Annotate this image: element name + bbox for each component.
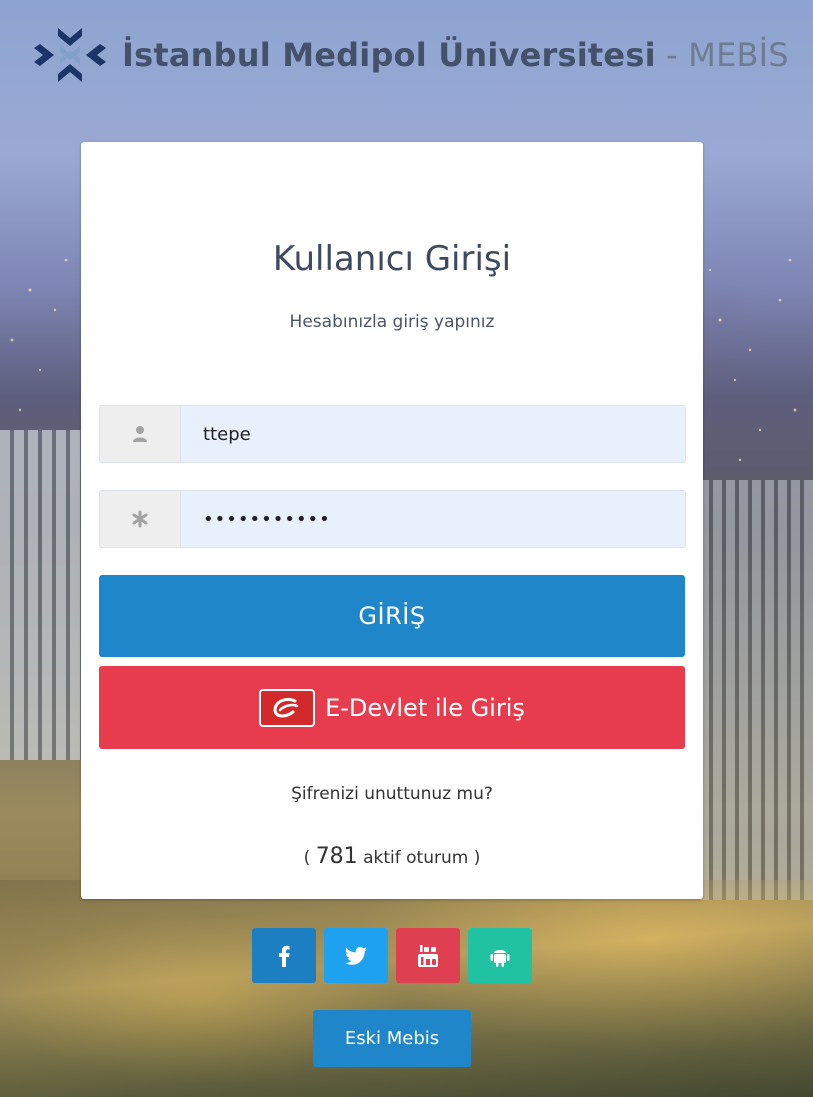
username-addon xyxy=(100,406,181,462)
password-group xyxy=(99,490,686,548)
username-group xyxy=(99,405,686,463)
edevlet-logo-icon xyxy=(259,688,316,727)
old-mebis-label: Eski Mebis xyxy=(344,1028,440,1049)
password-addon xyxy=(100,491,181,547)
facebook-icon xyxy=(279,945,290,967)
login-page: İstanbul Medipol Üniversitesi - MEBİS Ku… xyxy=(0,0,813,1097)
brand-suffix: MEBİS xyxy=(688,36,789,74)
login-title: Kullanıcı Girişi xyxy=(272,239,512,279)
android-button[interactable] xyxy=(468,928,532,983)
sessions-count: 781 xyxy=(315,844,358,869)
background-building-left xyxy=(0,430,82,760)
forgot-password-link[interactable]: Şifrenizi unuttunuz mu? xyxy=(81,784,703,804)
login-button-label: GİRİŞ xyxy=(358,602,426,630)
username-input[interactable] xyxy=(181,406,685,462)
brand-title: İstanbul Medipol Üniversitesi - MEBİS xyxy=(122,36,789,74)
edevlet-button-label: E-Devlet ile Giriş xyxy=(325,693,525,722)
youtube-button[interactable] xyxy=(396,928,460,983)
password-input[interactable] xyxy=(181,491,685,547)
social-links xyxy=(252,928,532,983)
active-sessions: ( 781 aktif oturum ) xyxy=(81,844,703,869)
facebook-button[interactable] xyxy=(252,928,316,983)
medipol-logo-icon xyxy=(34,28,106,82)
login-button[interactable]: GİRİŞ xyxy=(99,575,685,657)
sessions-label: aktif oturum ) xyxy=(363,848,481,868)
edevlet-login-button[interactable]: E-Devlet ile Giriş xyxy=(99,666,685,749)
brand-header: İstanbul Medipol Üniversitesi - MEBİS xyxy=(30,22,789,88)
brand-separator: - xyxy=(655,36,689,74)
login-subtitle: Hesabınızla giriş yapınız xyxy=(289,312,495,332)
login-card: Kullanıcı Girişi Hesabınızla giriş yapın… xyxy=(81,142,703,899)
twitter-button[interactable] xyxy=(324,928,388,983)
brand-name: İstanbul Medipol Üniversitesi xyxy=(122,36,656,74)
youtube-icon xyxy=(418,944,438,967)
android-icon xyxy=(490,949,510,967)
asterisk-icon xyxy=(132,510,148,528)
twitter-icon xyxy=(345,946,367,965)
old-mebis-button[interactable]: Eski Mebis xyxy=(313,1010,471,1067)
user-icon xyxy=(133,426,147,442)
sessions-open-paren: ( xyxy=(303,848,311,868)
background-building-right xyxy=(700,480,813,900)
